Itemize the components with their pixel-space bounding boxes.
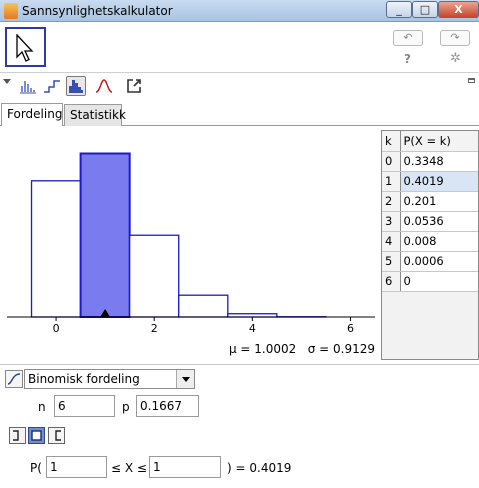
lower-bound-field[interactable]: 1: [46, 456, 107, 478]
p-field[interactable]: 0.1667: [136, 395, 199, 417]
tab-bar: Fordeling Statistikk: [0, 102, 479, 126]
row-p: 0.201: [400, 191, 478, 212]
stats-readout: μ = 1.0002 σ = 0.9129: [3, 342, 375, 356]
distribution-value: Binomisk fordeling: [28, 372, 140, 386]
minimize-button[interactable]: _: [386, 1, 412, 18]
table-row[interactable]: 0 0.3348: [382, 151, 478, 172]
bar-k-0: [30, 180, 82, 318]
row-k: 5: [382, 251, 401, 272]
redo-button[interactable]: ↷: [440, 30, 470, 46]
title-bar: Sannsynlighetskalkulator _ □ X: [0, 0, 479, 22]
x-tick-label: 0: [53, 322, 60, 335]
cursor-arrow-icon: [16, 34, 34, 62]
row-k: 6: [382, 271, 401, 292]
table-row[interactable]: 2 0.201: [382, 191, 478, 212]
table-header-row: k P(X = k): [382, 131, 478, 152]
toolbar-divider: [0, 72, 479, 73]
bar-k-1: [79, 152, 131, 319]
bar-k-2: [129, 234, 180, 318]
table-row[interactable]: 1 0.4019: [382, 171, 478, 192]
n-field[interactable]: 6: [54, 395, 115, 417]
header-p: P(X = k): [400, 131, 478, 152]
bar-k-3: [178, 294, 229, 318]
row-p: 0.008: [400, 231, 478, 252]
interval-label: ≤ X ≤: [111, 461, 147, 475]
header-k: k: [382, 131, 401, 152]
mu-value: μ = 1.0002: [228, 342, 297, 356]
x-tick-label: 2: [151, 322, 158, 335]
interval-button[interactable]: [28, 427, 45, 444]
row-k: 2: [382, 191, 401, 212]
n-label: n: [38, 400, 46, 414]
export-icon[interactable]: [124, 76, 144, 96]
p-label: p: [122, 400, 130, 414]
main-toolbar: ↶ ↷ ? ✲: [0, 22, 479, 72]
row-p: 0.3348: [400, 151, 478, 172]
cumulative-toggle-icon[interactable]: [5, 370, 23, 388]
chevron-down-icon[interactable]: [176, 370, 194, 388]
move-tool-button[interactable]: [5, 27, 46, 67]
row-k: 0: [382, 151, 401, 172]
tab-fordeling[interactable]: Fordeling: [1, 103, 63, 126]
row-p: 0.0006: [400, 251, 478, 272]
graph-toolbar: [0, 74, 479, 98]
window-title: Sannsynlighetskalkulator: [22, 4, 173, 18]
collapse-toolbar-icon[interactable]: [3, 79, 11, 84]
sigma-value: σ = 0.9129: [307, 342, 375, 356]
help-icon[interactable]: ?: [404, 52, 411, 66]
maximize-button[interactable]: □: [412, 1, 438, 18]
row-p: 0.4019: [400, 171, 478, 192]
left-sided-button[interactable]: [9, 427, 26, 444]
distribution-select[interactable]: Binomisk fordeling: [24, 369, 195, 389]
table-row[interactable]: 5 0.0006: [382, 251, 478, 272]
row-k: 1: [382, 171, 401, 192]
undo-button[interactable]: ↶: [393, 30, 423, 46]
row-k: 3: [382, 211, 401, 232]
row-p: 0.0536: [400, 211, 478, 232]
settings-gear-icon[interactable]: ✲: [450, 51, 461, 66]
right-sided-button[interactable]: [48, 427, 65, 444]
prob-prefix: P(: [30, 461, 42, 475]
probability-table-panel: k P(X = k) 0 0.3348 1 0.4019 2 0.201 3 0.053…: [381, 130, 479, 360]
java-app-icon: [4, 3, 18, 19]
probability-result: ) = 0.4019: [227, 461, 292, 475]
row-k: 4: [382, 231, 401, 252]
normal-curve-icon[interactable]: [94, 76, 114, 96]
probability-table: k P(X = k) 0 0.3348 1 0.4019 2 0.201 3 0.053…: [382, 131, 478, 292]
table-row[interactable]: 3 0.0536: [382, 211, 478, 232]
distribution-chart-panel: 0 2 4 6 μ = 1.0002 σ = 0.9129: [3, 126, 379, 362]
row-p: 0: [400, 271, 478, 292]
table-row[interactable]: 4 0.008: [382, 231, 478, 252]
dock-panel-icon[interactable]: [468, 78, 475, 83]
upper-bound-field[interactable]: 1: [149, 456, 221, 478]
x-tick-label: 4: [249, 322, 256, 335]
distribution-chart[interactable]: 0 2 4 6: [3, 126, 379, 342]
step-graph-icon[interactable]: [42, 76, 62, 96]
tab-statistikk[interactable]: Statistikk: [64, 104, 126, 126]
close-button[interactable]: X: [438, 1, 479, 18]
bar-graph-icon[interactable]: [66, 76, 86, 96]
table-row[interactable]: 60: [382, 271, 478, 292]
line-graph-icon[interactable]: [18, 76, 38, 96]
x-tick-label: 6: [347, 322, 354, 335]
parameter-panel: Binomisk fordeling n 6 p 0.1667 P( 1 ≤ X…: [0, 364, 479, 488]
